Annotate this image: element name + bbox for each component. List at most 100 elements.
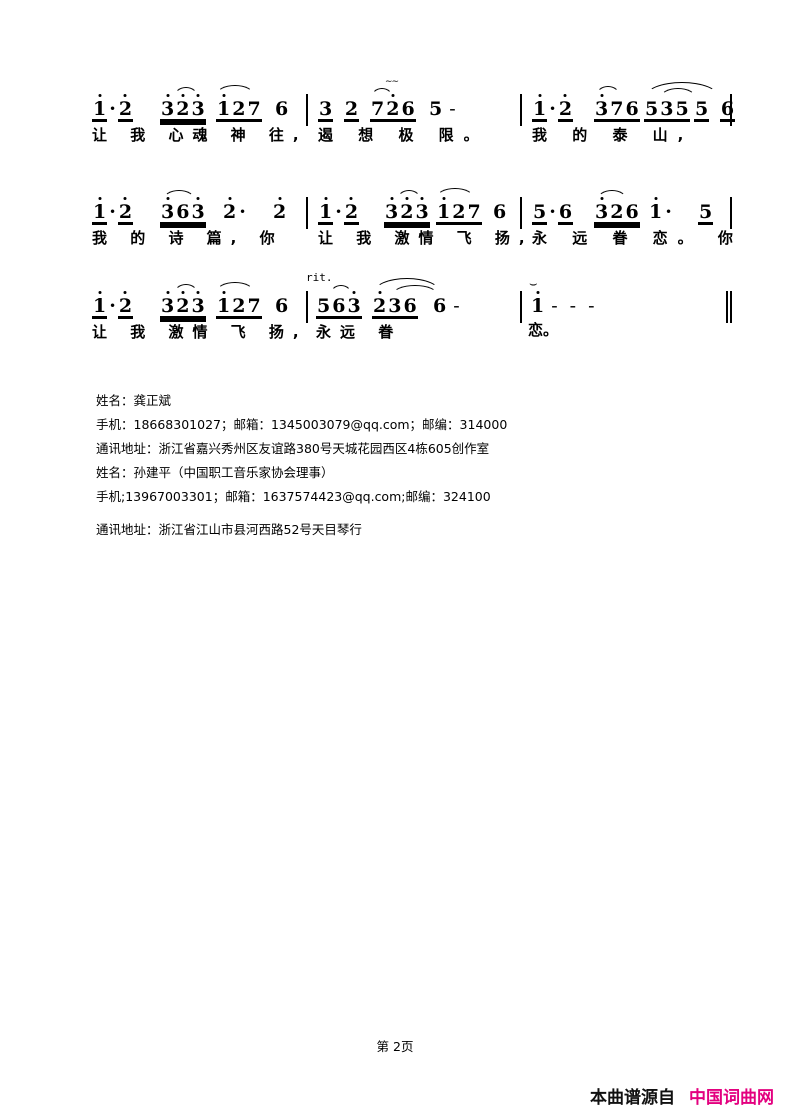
lyric-line: 让 我 激情 飞 扬, xyxy=(92,323,308,341)
barline xyxy=(520,291,522,323)
note: 6 xyxy=(176,201,190,223)
note: 5 xyxy=(533,201,547,223)
duration-dash: - xyxy=(453,295,460,317)
note: 2 xyxy=(373,295,387,317)
note: 1 xyxy=(649,201,663,223)
branding-site-name[interactable]: 中国词曲网 xyxy=(689,1088,774,1108)
note-group-m1-b: 3 2 3 xyxy=(160,100,206,119)
note: 6 xyxy=(625,98,639,120)
lyric-line: 遏 想 极 限。 xyxy=(318,126,489,144)
sheet-music-page: 1 · 2 3 2 3 1 2 7 6 让 我 心魂 神 往, 3 2 7 2 … xyxy=(0,0,790,1119)
note: 1 xyxy=(437,201,451,223)
note: 5 xyxy=(317,295,331,317)
note: 7 xyxy=(610,98,624,120)
contact-line-name-2: 姓名：孙建平（中国职工音乐家协会理事） xyxy=(96,465,334,480)
note: 2 xyxy=(344,201,359,223)
note: 2 xyxy=(558,98,573,120)
note: 6 xyxy=(332,295,346,317)
note: 6 xyxy=(401,98,415,120)
note-group-m7-b: 3 2 3 xyxy=(160,297,206,316)
duration-dot: · xyxy=(109,201,116,223)
note-group-m7-a: 1 · 2 xyxy=(92,297,133,316)
note: 6 xyxy=(493,201,507,223)
fermata-icon: ⌣ xyxy=(529,277,538,292)
note: 2 xyxy=(232,295,246,317)
note: 3 xyxy=(191,98,205,120)
note-group-m6-c: 1 · xyxy=(648,203,674,222)
barline xyxy=(520,94,522,126)
note: 3 xyxy=(385,201,399,223)
lyric-line: 永 远 眷 恋。 你 xyxy=(532,229,743,247)
note: 6 xyxy=(403,295,417,317)
note: 3 xyxy=(191,201,205,223)
note-group-m7-d: 6 xyxy=(274,297,289,316)
barline-final xyxy=(726,291,732,323)
note: 3 xyxy=(388,295,402,317)
note-group-m7-c: 1 2 7 xyxy=(216,297,262,316)
note-group-m6-a: 5 · 6 xyxy=(532,203,573,222)
note-group-m8-c: 6 - xyxy=(432,297,466,316)
note: 2 xyxy=(344,98,359,120)
duration-dot: · xyxy=(109,295,116,317)
barline-end xyxy=(730,197,732,229)
note-group-m3-a: 1 · 2 xyxy=(532,100,573,119)
contact-line-address-2: 通讯地址：浙江省江山市县河西路52号天目琴行 xyxy=(96,522,362,537)
lyric-line: 让 我 激情 飞 扬, xyxy=(318,229,534,247)
duration-dot: · xyxy=(109,98,116,120)
note-group-m4-b: 3 6 3 xyxy=(160,203,206,222)
slur xyxy=(216,85,254,95)
note: 1 xyxy=(93,295,107,317)
note: 2 xyxy=(176,98,190,120)
page-number: 第 2页 xyxy=(376,1039,414,1054)
slur xyxy=(371,88,393,98)
contact-line-phone-1: 手机：18668301027；邮箱：1345003079@qq.com；邮编：3… xyxy=(96,417,508,432)
duration-dot: · xyxy=(665,201,672,223)
branding-prefix: 本曲谱源自 xyxy=(590,1088,675,1108)
slur xyxy=(163,190,195,200)
note: 2 xyxy=(386,98,400,120)
note: 3 xyxy=(415,201,429,223)
note-group-m4-a: 1 · 2 xyxy=(92,203,133,222)
note-group-m6-b: 3 2 6 xyxy=(594,203,640,222)
note: 2 xyxy=(118,201,133,223)
note: 7 xyxy=(371,98,385,120)
contact-line-name-1: 姓名：龚正斌 xyxy=(96,393,172,408)
note-group-m3-b: 3 7 6 xyxy=(594,100,640,119)
duration-dash: - xyxy=(551,295,558,317)
barline xyxy=(306,197,308,229)
note: 2 xyxy=(400,201,414,223)
slur xyxy=(174,284,198,294)
slur xyxy=(216,282,254,292)
note-group-m5-a: 1 · 2 xyxy=(318,203,359,222)
lyric-line: 我 的 诗 篇, 你 xyxy=(92,229,284,247)
contact-info-block: 姓名：龚正斌 手机：18668301027；邮箱：1345003079@qq.c… xyxy=(96,392,716,545)
note-group-m5-d: 6 xyxy=(492,203,507,222)
note: 2 xyxy=(610,201,624,223)
note-group-m1-d: 6 xyxy=(274,100,289,119)
note: 1 xyxy=(217,295,231,317)
note: 3 xyxy=(161,98,175,120)
note: 5 xyxy=(645,98,659,120)
lyric-line: 恋。 xyxy=(528,321,559,339)
note: 3 xyxy=(191,295,205,317)
note: 2 xyxy=(452,201,466,223)
contact-line-phone-2: 手机;13967003301；邮箱：1637574423@qq.com;邮编：3… xyxy=(96,489,491,504)
note-group-m5-b: 3 2 3 xyxy=(384,203,430,222)
note-group-m8-b: 2 3 6 xyxy=(372,297,418,316)
duration-dash: - xyxy=(569,295,577,317)
note-group-m3-c: 5 3 5 xyxy=(644,100,690,119)
lyric-line: 永远 眷 xyxy=(316,323,403,341)
lyric-line: 让 我 心魂 神 往, xyxy=(92,126,308,144)
slur xyxy=(597,190,627,200)
note: 1 xyxy=(93,98,107,120)
note: 2 xyxy=(118,295,133,317)
note-group-m3-d: 5 6 xyxy=(694,100,735,119)
note-group-m6-d: 5 xyxy=(698,203,713,222)
note: 1 xyxy=(319,201,333,223)
note: 1 xyxy=(93,201,107,223)
duration-dot: · xyxy=(549,201,556,223)
note-group-m8-a: 5 6 3 xyxy=(316,297,362,316)
duration-dot: · xyxy=(239,201,246,223)
ornament-mark: ∼∼ xyxy=(385,77,399,87)
